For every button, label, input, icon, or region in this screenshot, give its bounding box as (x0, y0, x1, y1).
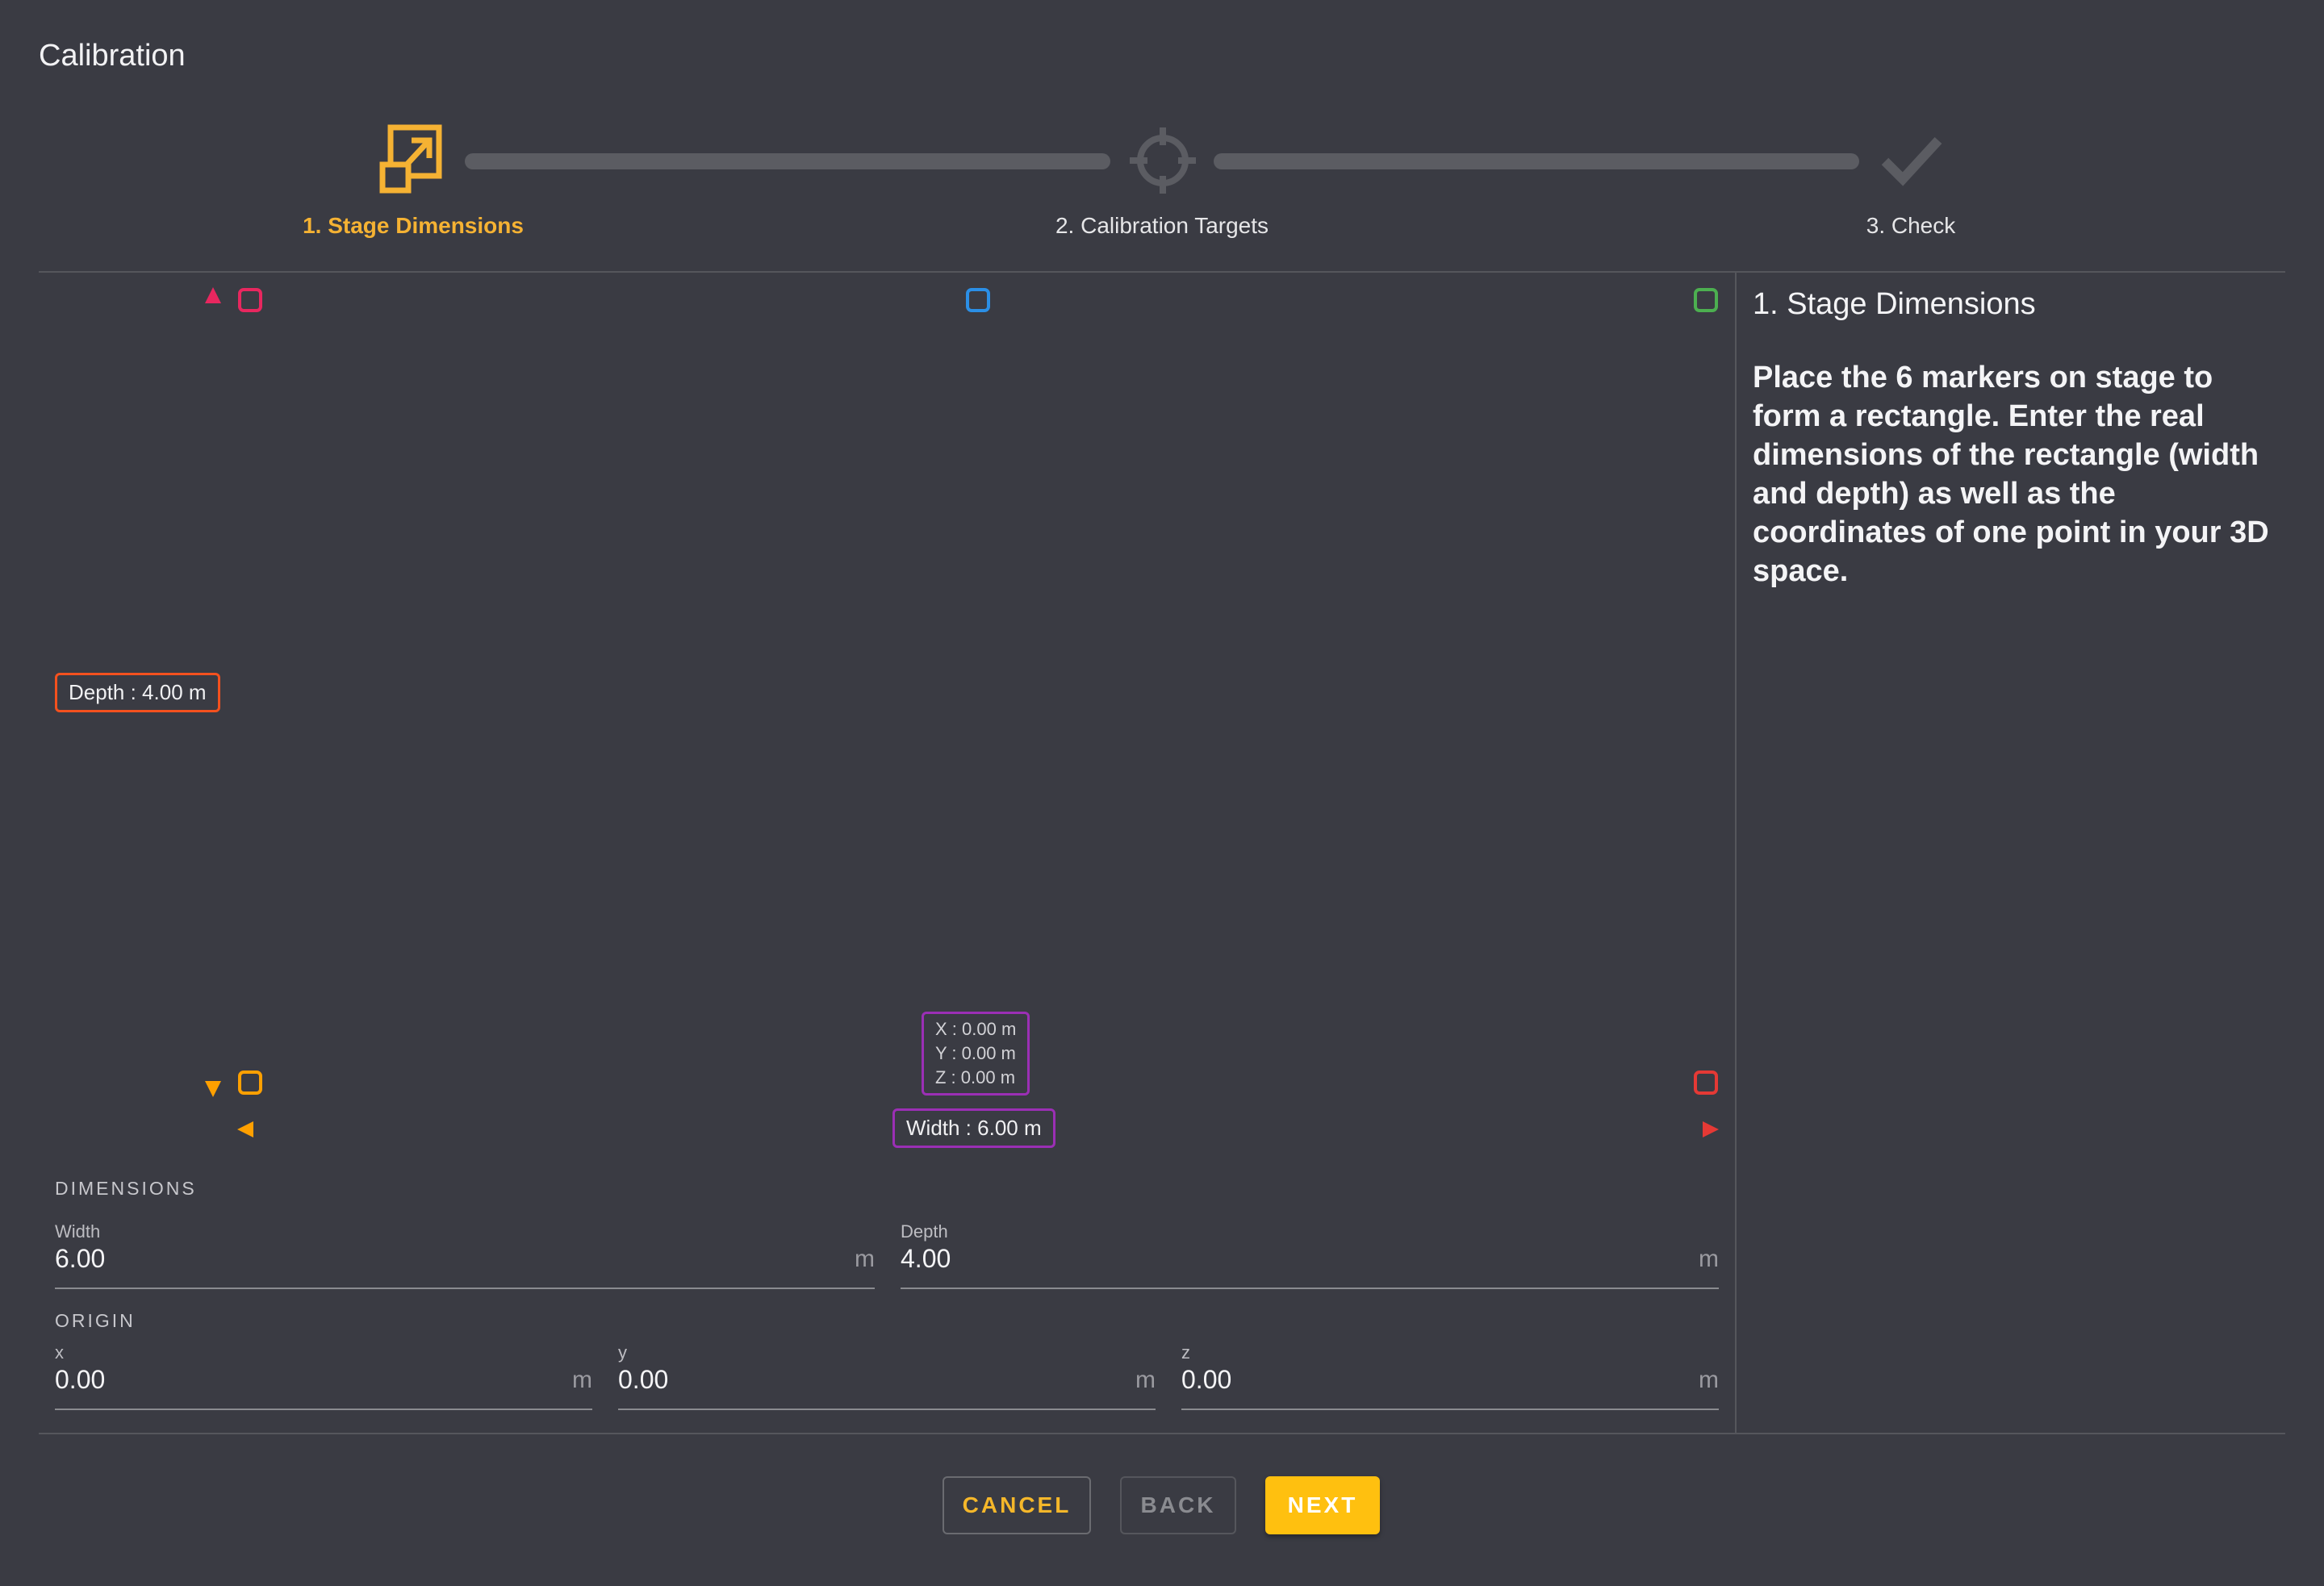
width-unit: m (855, 1246, 875, 1272)
depth-arrow-head-bottom (205, 1081, 221, 1097)
depth-field[interactable]: Depth 4.00 m (901, 1221, 1719, 1289)
step-label-check[interactable]: 3. Check (1866, 213, 1956, 239)
stepper: 1. Stage Dimensions 2. Calibration Targe… (0, 0, 2324, 258)
width-field-label: Width (55, 1221, 101, 1242)
origin-y-field[interactable]: y 0.00 m (618, 1342, 1156, 1410)
origin-x-unit: m (572, 1367, 592, 1393)
marker-top-center (966, 288, 990, 312)
header-divider (39, 271, 2285, 273)
resize-icon[interactable] (378, 124, 450, 197)
origin-y-underline (618, 1409, 1156, 1410)
dimensions-section-label: DIMENSIONS (55, 1178, 197, 1199)
next-button[interactable]: NEXT (1265, 1476, 1380, 1534)
width-input[interactable]: 6.00 (55, 1244, 105, 1274)
origin-z-label: z (1181, 1342, 1190, 1363)
depth-underline (901, 1288, 1719, 1289)
marker-bottom-left (238, 1071, 262, 1095)
origin-z-underline (1181, 1409, 1719, 1410)
step-connector-2 (1214, 153, 1859, 169)
depth-tag: Depth : 4.00 m (55, 673, 220, 712)
step-label-stage-dimensions[interactable]: 1. Stage Dimensions (303, 213, 524, 239)
origin-x-label: x (55, 1342, 64, 1363)
origin-x-input[interactable]: 0.00 (55, 1365, 105, 1395)
origin-x-underline (55, 1409, 592, 1410)
footer-divider (39, 1433, 2285, 1434)
origin-tag[interactable]: X : 0.00 m Y : 0.00 m Z : 0.00 m (922, 1012, 1030, 1096)
origin-tag-x: X : 0.00 m (935, 1019, 1017, 1039)
width-tag: Width : 6.00 m (892, 1108, 1055, 1148)
width-arrow-head-right (1703, 1121, 1719, 1137)
step-connector-1 (465, 153, 1110, 169)
side-panel-title: 1. Stage Dimensions (1753, 287, 2036, 321)
origin-tag-z: Z : 0.00 m (935, 1067, 1016, 1087)
crosshair-icon[interactable] (1126, 124, 1199, 197)
origin-z-unit: m (1699, 1367, 1719, 1393)
depth-arrow-head-top (205, 287, 221, 303)
origin-x-field[interactable]: x 0.00 m (55, 1342, 592, 1410)
origin-tag-y: Y : 0.00 m (935, 1043, 1016, 1063)
depth-unit: m (1699, 1246, 1719, 1272)
stage-diagram: Depth : 4.00 m Width : 6.00 m X : 0.00 m… (39, 274, 1737, 1162)
cancel-button[interactable]: CANCEL (943, 1476, 1091, 1534)
stage-diagram-svg (205, 287, 1719, 1137)
step-label-calibration-targets[interactable]: 2. Calibration Targets (1055, 213, 1269, 239)
width-underline (55, 1288, 875, 1289)
origin-section-label: ORIGIN (55, 1310, 136, 1331)
width-field[interactable]: Width 6.00 m (55, 1221, 875, 1289)
depth-input[interactable]: 4.00 (901, 1244, 951, 1274)
origin-z-field[interactable]: z 0.00 m (1181, 1342, 1719, 1410)
marker-top-left (238, 288, 262, 312)
side-panel-instructions: Place the 6 markers on stage to form a r… (1753, 361, 2269, 588)
origin-z-input[interactable]: 0.00 (1181, 1365, 1231, 1395)
origin-y-unit: m (1135, 1367, 1156, 1393)
marker-top-right (1694, 288, 1718, 312)
check-icon[interactable] (1875, 124, 1948, 197)
back-button[interactable]: BACK (1120, 1476, 1236, 1534)
width-arrow-head-left (237, 1121, 253, 1137)
origin-y-input[interactable]: 0.00 (618, 1365, 668, 1395)
marker-bottom-right (1694, 1071, 1718, 1095)
depth-field-label: Depth (901, 1221, 948, 1242)
origin-y-label: y (618, 1342, 627, 1363)
